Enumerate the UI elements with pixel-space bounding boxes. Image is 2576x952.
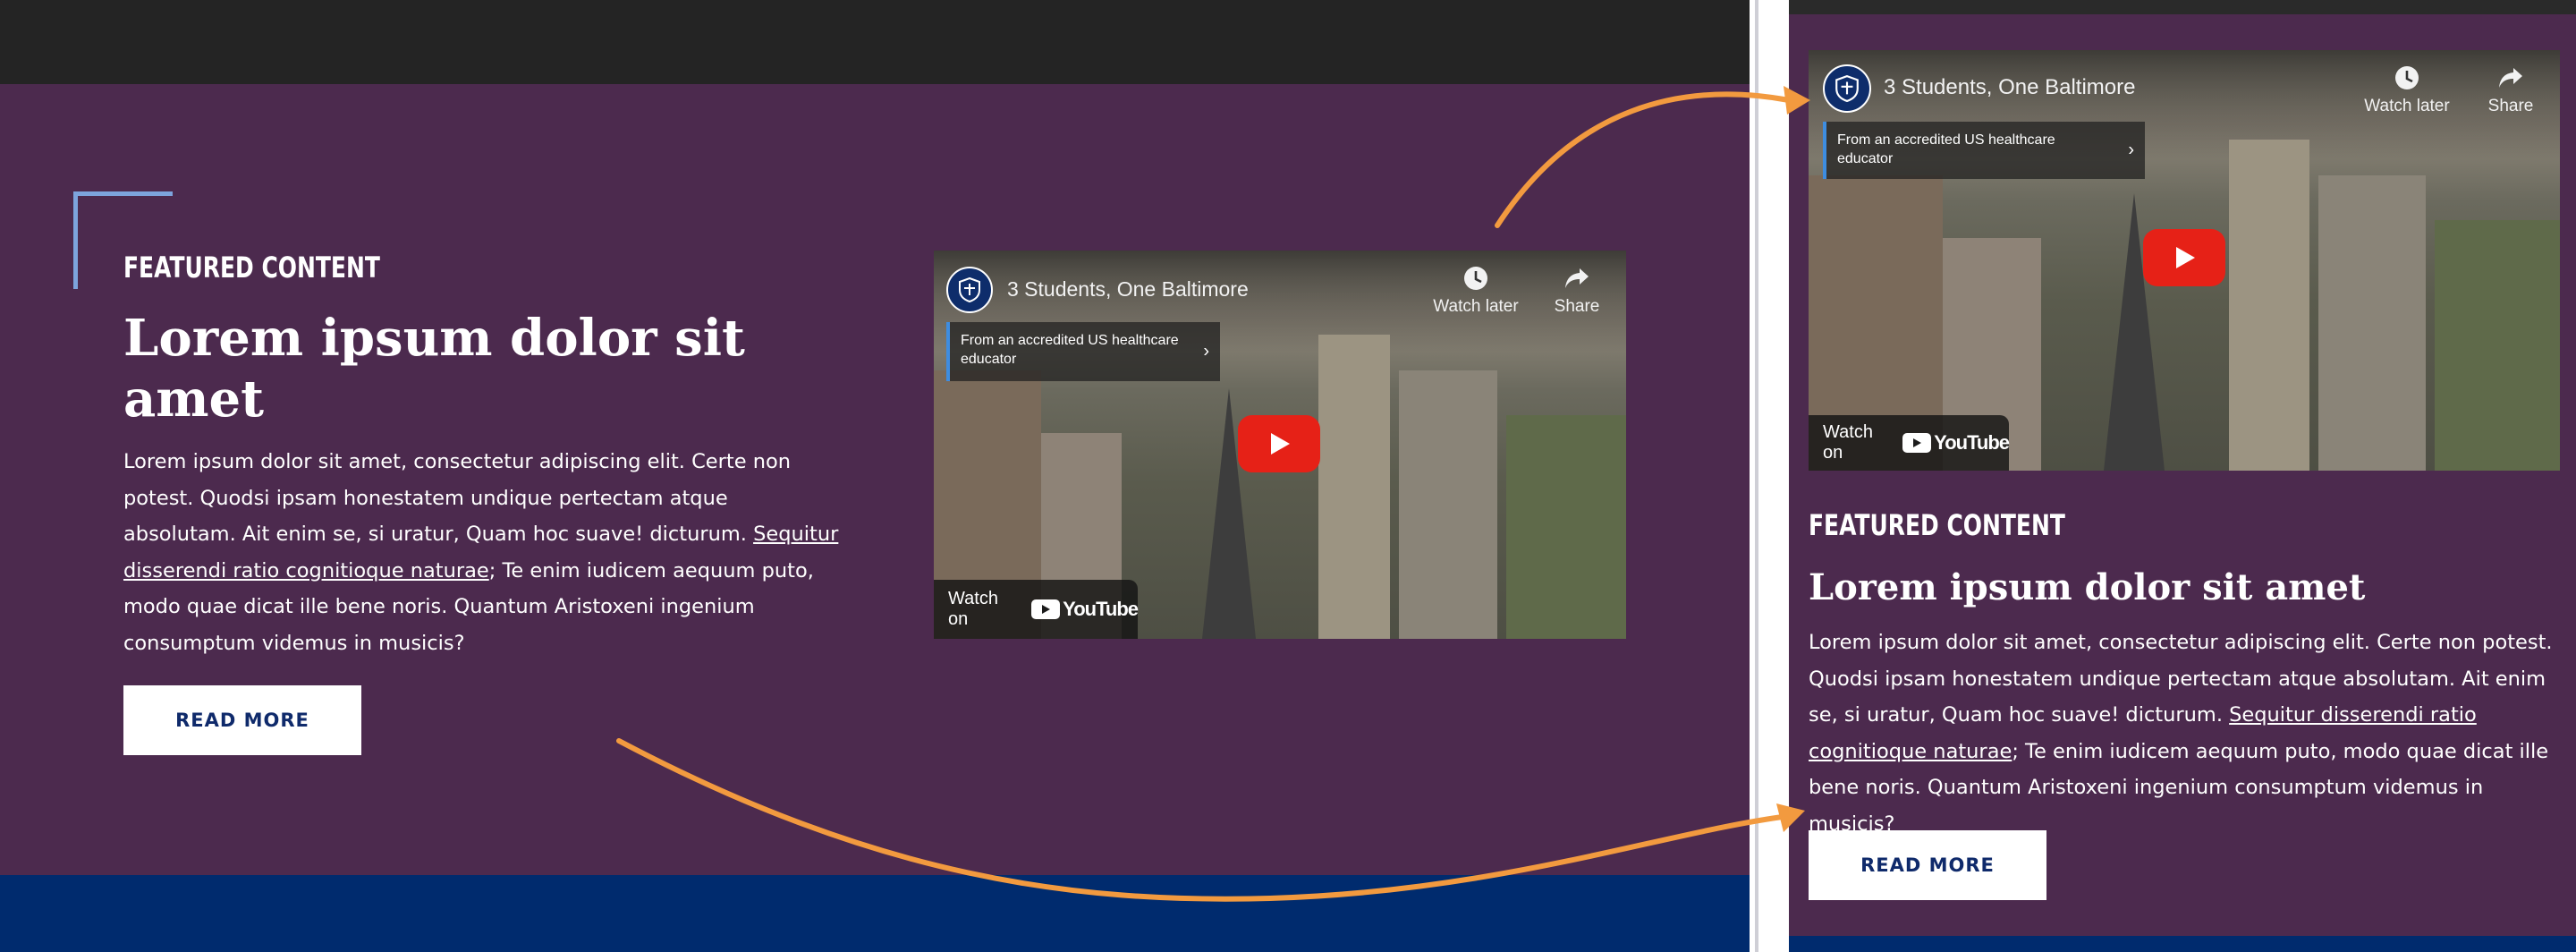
featured-content-section-desktop: FEATURED CONTENT Lorem ipsum dolor sit a… (0, 84, 1750, 875)
watch-later-button[interactable]: Watch later (1429, 265, 1522, 317)
watch-on-label: Watch on (948, 589, 998, 629)
info-card[interactable]: From an accredited US healthcare educato… (1823, 122, 2145, 179)
read-more-button[interactable]: READ MORE (1809, 830, 2046, 900)
watch-on-youtube-button[interactable]: Watch on YouTube (934, 580, 1139, 639)
watch-later-button[interactable]: Watch later (2360, 64, 2454, 116)
video-embed[interactable]: 3 Students, One Baltimore Watch later Sh… (934, 251, 1626, 639)
video-title[interactable]: 3 Students, One Baltimore (1884, 75, 2135, 100)
panel-divider-line (1755, 0, 1758, 952)
body-text-part: Lorem ipsum dolor sit amet, consectetur … (123, 450, 792, 546)
university-shield-icon (959, 277, 980, 302)
video-scene (2229, 140, 2309, 471)
info-card-text: From an accredited US healthcare educato… (1837, 132, 2055, 166)
watch-later-label: Watch later (1433, 297, 1519, 316)
info-card-text: From an accredited US healthcare educato… (961, 333, 1179, 367)
share-label: Share (2487, 97, 2534, 115)
video-scene (1318, 335, 1390, 639)
header-bar-mobile (1789, 0, 2576, 14)
watch-on-youtube-button[interactable]: Watch on YouTube (1809, 415, 2010, 471)
section-body: Lorem ipsum dolor sit amet, consectetur … (1809, 625, 2560, 842)
play-button[interactable] (1238, 415, 1320, 472)
section-headline: Lorem ipsum dolor sit amet (1809, 566, 2366, 608)
section-body: Lorem ipsum dolor sit amet, consectetur … (123, 444, 839, 661)
channel-avatar[interactable] (1823, 64, 1871, 113)
youtube-logo-icon: YouTube (1902, 431, 2010, 455)
read-more-button[interactable]: READ MORE (123, 685, 361, 755)
share-button[interactable]: Share (2479, 64, 2542, 116)
video-title[interactable]: 3 Students, One Baltimore (1007, 277, 1249, 302)
clock-icon (2395, 66, 2419, 89)
footer-bar-desktop (0, 875, 1750, 952)
desktop-layout-panel: FEATURED CONTENT Lorem ipsum dolor sit a… (0, 0, 1750, 952)
info-card[interactable]: From an accredited US healthcare educato… (946, 322, 1220, 381)
section-eyebrow: FEATURED CONTENT (1809, 508, 2065, 542)
mobile-layout-panel: 3 Students, One Baltimore Watch later Sh… (1789, 0, 2576, 952)
youtube-wordmark: YouTube (1063, 598, 1139, 620)
play-icon (1271, 433, 1290, 455)
university-shield-icon (1835, 75, 1859, 102)
youtube-wordmark: YouTube (1934, 431, 2010, 454)
watch-later-label: Watch later (2364, 97, 2450, 115)
video-embed[interactable]: 3 Students, One Baltimore Watch later Sh… (1809, 50, 2560, 471)
video-scene (1506, 415, 1626, 639)
video-scene (2435, 220, 2560, 471)
play-button[interactable] (2143, 229, 2225, 286)
share-arrow-icon (1565, 268, 1589, 288)
share-button[interactable]: Share (1546, 265, 1608, 317)
chevron-right-icon: › (2128, 140, 2134, 160)
share-arrow-icon (2499, 68, 2522, 88)
watch-on-label: Watch on (1823, 422, 1873, 463)
section-headline: Lorem ipsum dolor sit amet (123, 309, 745, 429)
section-eyebrow: FEATURED CONTENT (123, 251, 380, 285)
chevron-right-icon: › (1203, 341, 1209, 361)
channel-avatar[interactable] (946, 267, 993, 313)
clock-icon (1464, 267, 1487, 290)
footer-bar-mobile (1789, 936, 2576, 952)
play-icon (2176, 247, 2195, 268)
share-label: Share (1554, 297, 1600, 316)
video-scene (2318, 175, 2426, 471)
youtube-logo-icon: YouTube (1031, 598, 1139, 621)
video-scene (1399, 370, 1497, 639)
